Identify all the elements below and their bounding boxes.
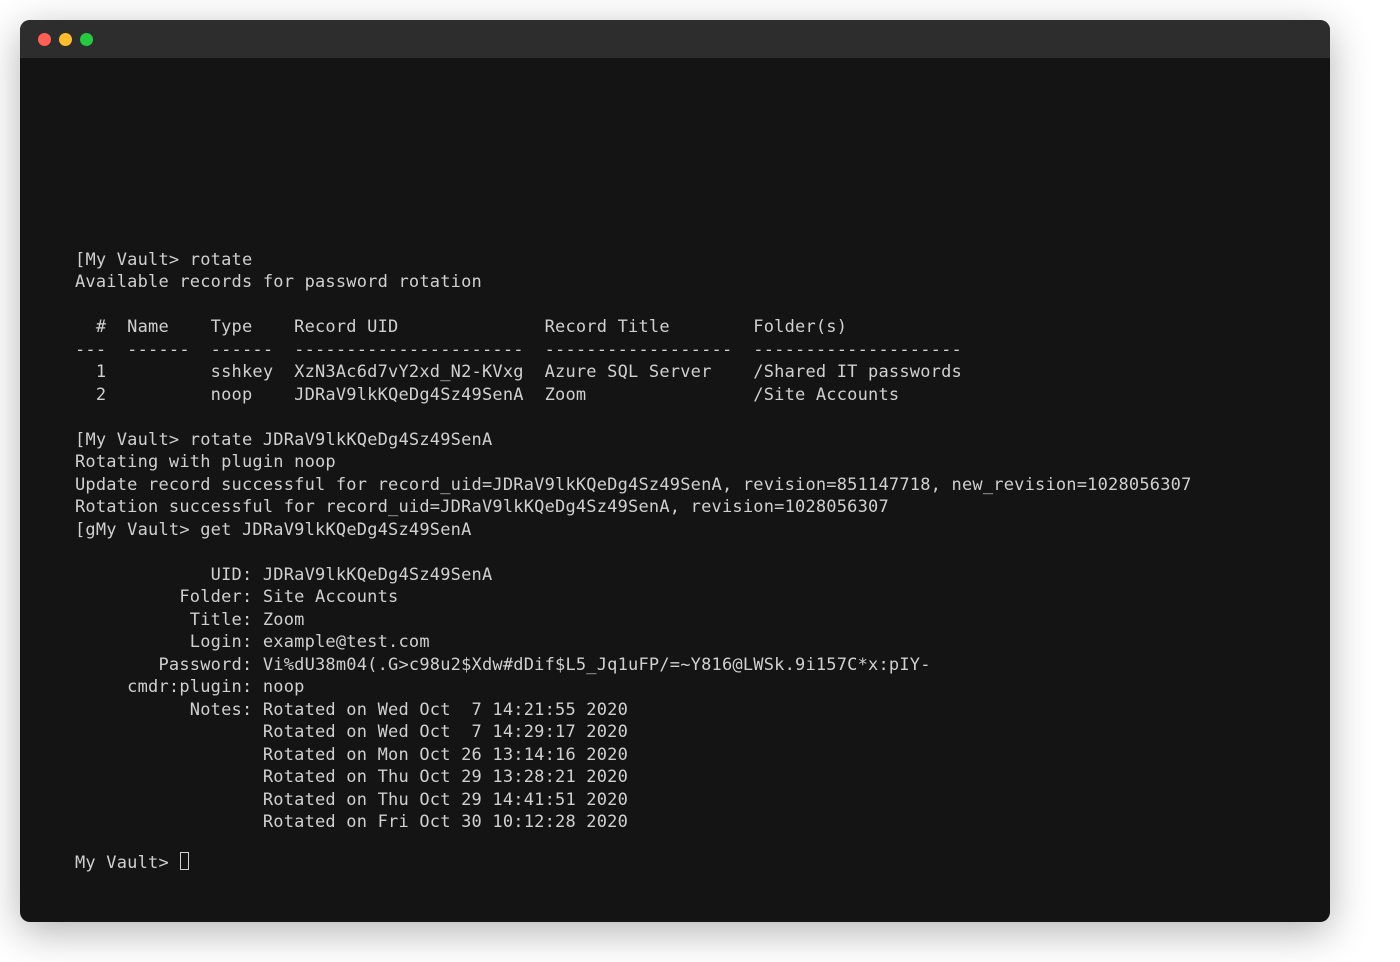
record-plugin-value: noop (263, 677, 305, 697)
record-note-5: Rotated on Fri Oct 30 10:12:28 2020 (263, 812, 628, 832)
close-button[interactable] (38, 33, 51, 46)
record-notes-label: Notes: (75, 700, 263, 720)
record-uid-label: UID: (75, 565, 263, 585)
cursor (180, 852, 189, 870)
terminal-window: [My Vault> rotate Available records for … (20, 20, 1330, 922)
record-plugin-label: cmdr:plugin: (75, 677, 263, 697)
record-note-4: Rotated on Thu Oct 29 14:41:51 2020 (263, 790, 628, 810)
rotation-success-msg: Rotation successful for record_uid=JDRaV… (75, 497, 889, 517)
minimize-button[interactable] (59, 33, 72, 46)
record-note-2: Rotated on Mon Oct 26 13:14:16 2020 (263, 745, 628, 765)
table-header: # Name Type Record UID Record Title Fold… (75, 317, 847, 337)
record-password-label: Password: (75, 655, 263, 675)
prompt-4: My Vault> (75, 853, 179, 873)
rotating-msg: Rotating with plugin noop (75, 452, 336, 472)
record-login-value: example@test.com (263, 632, 430, 652)
record-folder-value: Site Accounts (263, 587, 399, 607)
terminal-content[interactable]: [My Vault> rotate Available records for … (20, 58, 1330, 897)
prompt-bracket-3: [g (75, 520, 96, 540)
prompt-bracket-2: [ (75, 430, 85, 450)
prompt-2: My Vault> (85, 430, 189, 450)
table-divider: --- ------ ------ ----------------------… (75, 340, 962, 360)
prompt-1: My Vault> (85, 250, 189, 270)
record-password-value: Vi%dU38m04(.G>c98u2$Xdw#dDif$L5_Jq1uFP/=… (263, 655, 931, 675)
table-row: 1 sshkey XzN3Ac6d7vY2xd_N2-KVxg Azure SQ… (75, 362, 962, 382)
update-success-msg: Update record successful for record_uid=… (75, 475, 1192, 495)
prompt-bracket-1: [ (75, 250, 85, 270)
record-note-0: Rotated on Wed Oct 7 14:21:55 2020 (263, 700, 628, 720)
command-2: rotate JDRaV9lkKQeDg4Sz49SenA (190, 430, 493, 450)
record-note-3: Rotated on Thu Oct 29 13:28:21 2020 (263, 767, 628, 787)
record-title-value: Zoom (263, 610, 305, 630)
record-folder-label: Folder: (75, 587, 263, 607)
table-row: 2 noop JDRaV9lkKQeDg4Sz49SenA Zoom /Site… (75, 385, 899, 405)
titlebar (20, 20, 1330, 58)
command-3: get JDRaV9lkKQeDg4Sz49SenA (200, 520, 471, 540)
record-uid-value: JDRaV9lkKQeDg4Sz49SenA (263, 565, 493, 585)
record-login-label: Login: (75, 632, 263, 652)
record-title-label: Title: (75, 610, 263, 630)
command-1: rotate (190, 250, 253, 270)
prompt-3: My Vault> (96, 520, 200, 540)
record-note-1: Rotated on Wed Oct 7 14:29:17 2020 (263, 722, 628, 742)
maximize-button[interactable] (80, 33, 93, 46)
available-records-msg: Available records for password rotation (75, 272, 482, 292)
